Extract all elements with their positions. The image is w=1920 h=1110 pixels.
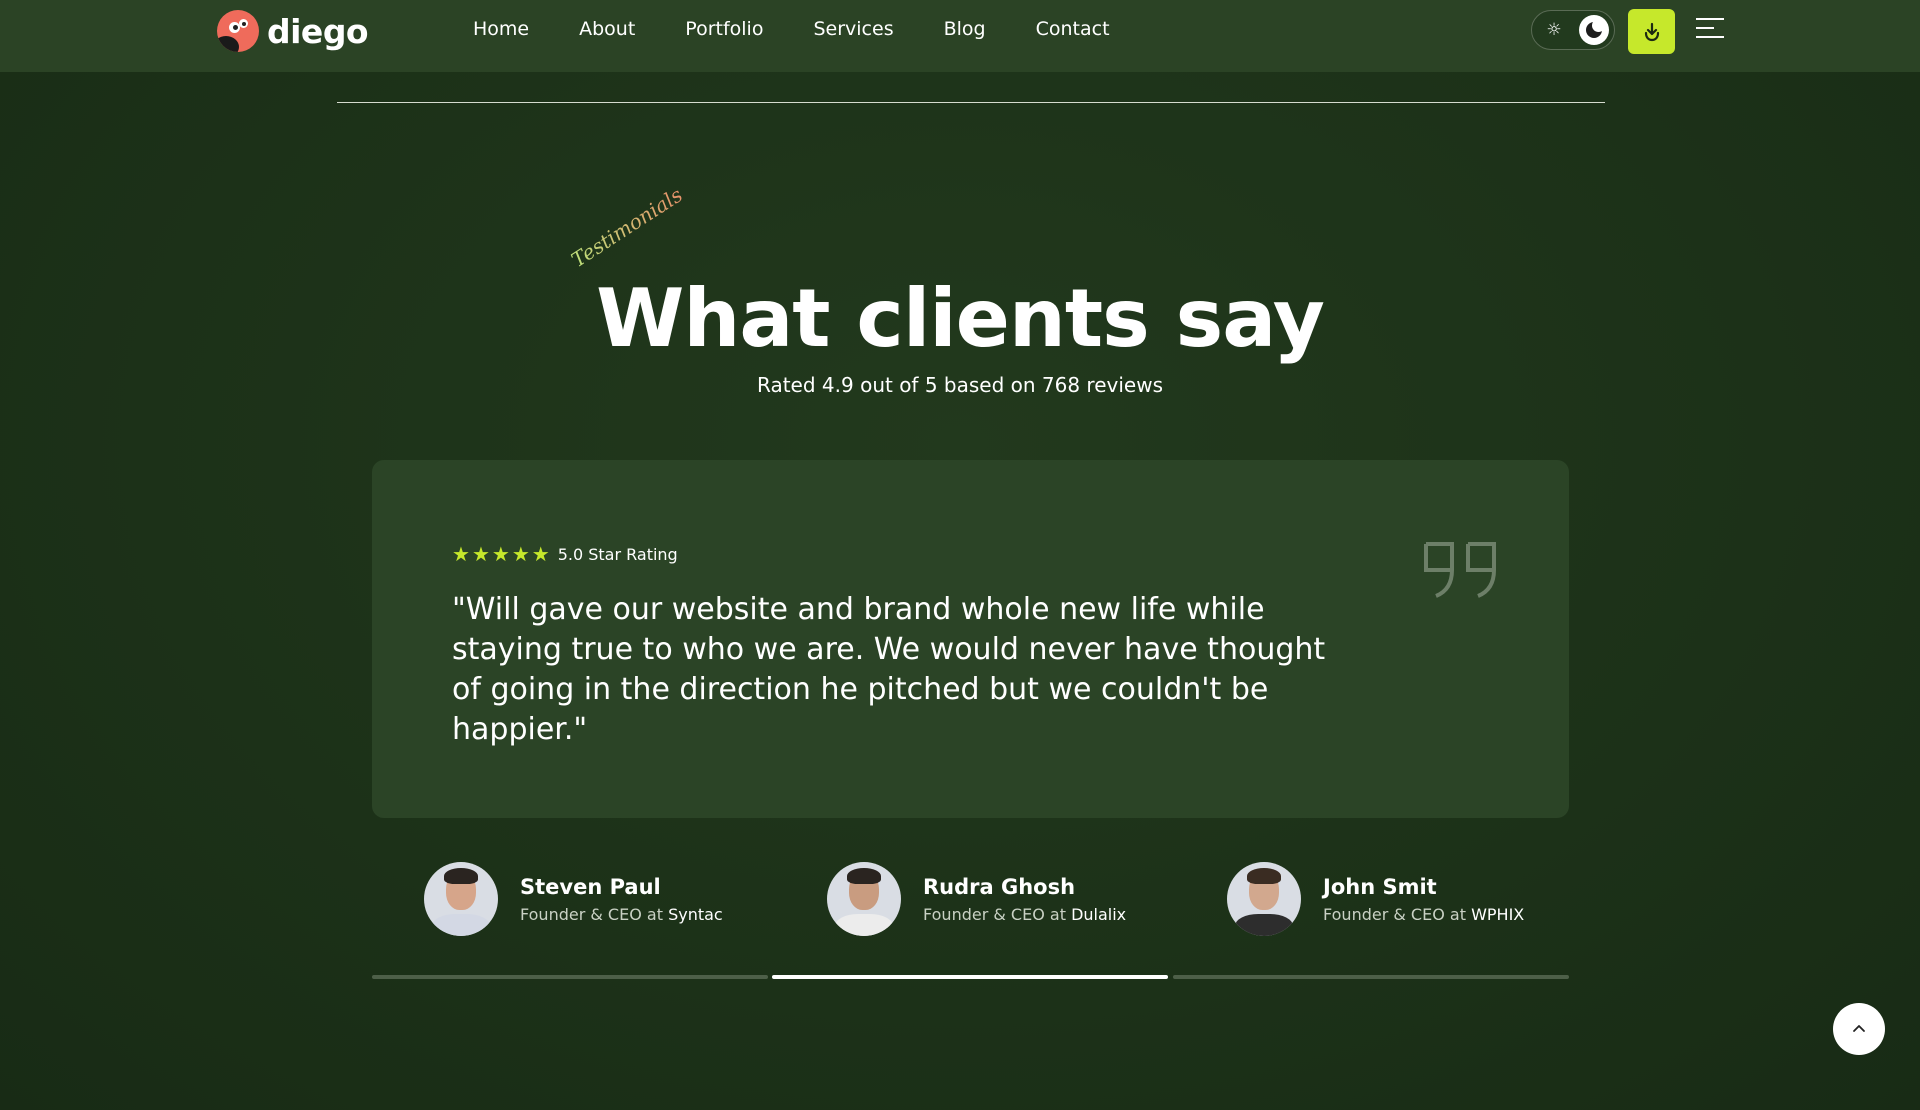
menu-icon[interactable]	[1696, 18, 1724, 42]
nav-about[interactable]: About	[579, 18, 635, 40]
slider-indicator-3[interactable]	[1173, 975, 1569, 979]
slider-indicator-1[interactable]	[372, 975, 768, 979]
slider-indicator-2[interactable]	[772, 975, 1168, 979]
client-name: Steven Paul	[520, 874, 661, 899]
rating-label: 5.0 Star Rating	[557, 544, 678, 564]
client-john-smit[interactable]: John Smit Founder & CEO at WPHIX	[1227, 862, 1524, 936]
client-name: Rudra Ghosh	[923, 874, 1076, 899]
sun-icon: ☼	[1546, 20, 1562, 40]
divider	[337, 102, 1605, 103]
star-icon: ★	[491, 542, 510, 566]
avatar	[424, 862, 498, 936]
nav-portfolio[interactable]: Portfolio	[685, 18, 763, 40]
avatar	[827, 862, 901, 936]
moon-icon	[1579, 15, 1609, 45]
section-eyebrow: Testimonials	[566, 182, 687, 272]
scroll-to-top-button[interactable]	[1833, 1003, 1885, 1055]
section-title: What clients say	[596, 272, 1325, 365]
client-role: Founder & CEO at Syntac	[520, 904, 723, 924]
star-icon: ★	[452, 542, 470, 566]
star-icon: ★	[531, 542, 550, 566]
brand-name: diego	[267, 11, 369, 51]
client-name: John Smit	[1323, 874, 1437, 899]
testimonial-card: ★ ★ ★ ★ ★ 5.0 Star Rating "Will gave our…	[372, 460, 1569, 818]
theme-toggle[interactable]: ☼	[1531, 10, 1615, 50]
client-role: Founder & CEO at WPHIX	[1323, 904, 1525, 924]
star-icon: ★	[511, 542, 530, 566]
client-company: Dulalix	[1071, 904, 1127, 924]
nav-services[interactable]: Services	[813, 18, 893, 40]
client-company: Syntac	[668, 904, 723, 924]
nav-blog[interactable]: Blog	[944, 18, 986, 40]
download-icon	[1644, 22, 1659, 41]
testimonial-quote: "Will gave our website and brand whole n…	[452, 592, 1326, 747]
nav-home[interactable]: Home	[473, 18, 529, 40]
site-header: diego Home About Portfolio Services Blog…	[0, 0, 1920, 72]
quote-icon	[1424, 542, 1496, 598]
logo[interactable]: diego	[217, 10, 369, 52]
nav-contact[interactable]: Contact	[1036, 18, 1110, 40]
avatar	[1227, 862, 1301, 936]
chevron-up-icon	[1853, 1025, 1865, 1032]
star-rating: ★ ★ ★ ★ ★ 5.0 Star Rating	[452, 544, 678, 564]
logo-mark-icon	[217, 10, 259, 52]
section-subtitle: Rated 4.9 out of 5 based on 768 reviews	[757, 373, 1163, 397]
client-role: Founder & CEO at Dulalix	[923, 904, 1127, 924]
client-steven-paul[interactable]: Steven Paul Founder & CEO at Syntac	[424, 862, 723, 936]
main-nav: Home About Portfolio Services Blog Conta…	[473, 18, 1160, 40]
star-icon: ★	[471, 542, 490, 566]
client-company: WPHIX	[1471, 904, 1525, 924]
download-button[interactable]	[1628, 9, 1675, 54]
client-rudra-ghosh[interactable]: Rudra Ghosh Founder & CEO at Dulalix	[827, 862, 1126, 936]
